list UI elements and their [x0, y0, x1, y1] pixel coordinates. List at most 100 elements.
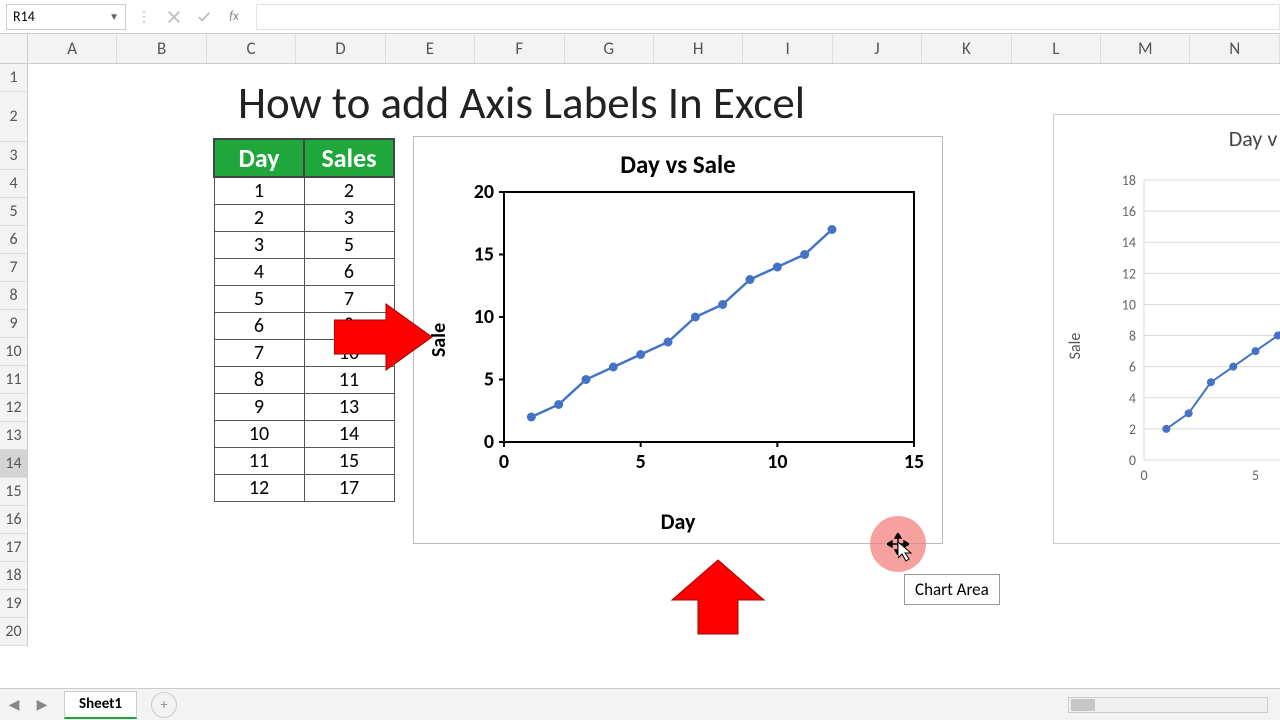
table-cell[interactable]: 7 — [214, 339, 304, 366]
table-row: 35 — [214, 231, 394, 258]
row-header[interactable]: 12 — [0, 394, 27, 422]
row-header[interactable]: 14 — [0, 450, 27, 478]
svg-text:10: 10 — [474, 305, 494, 329]
select-all-corner[interactable] — [0, 34, 28, 64]
column-header[interactable]: D — [296, 34, 385, 63]
fb-sep: ⋮ — [132, 5, 156, 29]
svg-text:12: 12 — [1122, 265, 1136, 282]
column-header[interactable]: B — [117, 34, 206, 63]
row-header[interactable]: 20 — [0, 618, 27, 646]
row-header[interactable]: 3 — [0, 142, 27, 170]
table-cell[interactable]: 3 — [214, 231, 304, 258]
table-cell[interactable]: 14 — [304, 420, 394, 447]
svg-text:2: 2 — [1129, 421, 1136, 438]
chevron-down-icon[interactable]: ▼ — [109, 10, 119, 23]
chart2-title: Day v — [1054, 125, 1280, 152]
row-header[interactable]: 19 — [0, 590, 27, 618]
confirm-icon[interactable] — [192, 5, 216, 29]
hscroll-thumb[interactable] — [1071, 699, 1095, 711]
add-sheet-button[interactable]: + — [151, 692, 177, 718]
cancel-icon[interactable] — [162, 5, 186, 29]
row-header[interactable]: 7 — [0, 254, 27, 282]
horizontal-scroll — [177, 697, 1280, 713]
table-cell[interactable]: 8 — [214, 366, 304, 393]
row-header[interactable]: 13 — [0, 422, 27, 450]
column-header[interactable]: N — [1190, 34, 1279, 63]
hscroll-track[interactable] — [1068, 697, 1268, 713]
table-cell[interactable]: 6 — [304, 258, 394, 285]
svg-text:5: 5 — [484, 368, 494, 392]
table-header: Sales — [304, 139, 394, 177]
column-header[interactable]: H — [654, 34, 743, 63]
table-cell[interactable]: 9 — [214, 393, 304, 420]
column-header[interactable]: I — [743, 34, 832, 63]
row-header[interactable]: 11 — [0, 366, 27, 394]
formula-bar: R14 ▼ ⋮ fx — [0, 0, 1280, 34]
column-header[interactable]: C — [207, 34, 296, 63]
row-header[interactable]: 6 — [0, 226, 27, 254]
row-header[interactable]: 4 — [0, 170, 27, 198]
row-header[interactable]: 15 — [0, 478, 27, 506]
table-row: 1014 — [214, 420, 394, 447]
column-header[interactable]: A — [28, 34, 117, 63]
table-row: 23 — [214, 204, 394, 231]
svg-text:18: 18 — [1122, 172, 1136, 189]
svg-text:16: 16 — [1122, 203, 1136, 220]
row-header[interactable]: 8 — [0, 282, 27, 310]
sheet-tabs-bar: ◀ ▶ Sheet1 + — [0, 688, 1280, 720]
row-header[interactable]: 17 — [0, 534, 27, 562]
chart-main[interactable]: Day vs Sale Sale Day 05101520051015 — [413, 136, 943, 544]
svg-text:8: 8 — [1129, 328, 1136, 345]
chart-secondary[interactable]: Day v Sale 02468101214161805 — [1053, 114, 1280, 544]
row-header[interactable]: 2 — [0, 92, 27, 142]
table-cell[interactable]: 1 — [214, 177, 304, 204]
nav-prev-icon[interactable]: ◀ — [0, 691, 28, 719]
table-cell[interactable]: 5 — [214, 285, 304, 312]
svg-text:6: 6 — [1129, 359, 1136, 376]
column-header[interactable]: K — [922, 34, 1011, 63]
nav-next-icon[interactable]: ▶ — [28, 691, 56, 719]
name-box[interactable]: R14 ▼ — [6, 4, 126, 30]
svg-text:10: 10 — [767, 450, 787, 474]
formula-input[interactable] — [256, 4, 1280, 30]
sheet-tab[interactable]: Sheet1 — [64, 691, 137, 719]
table-cell[interactable]: 17 — [304, 474, 394, 501]
table-row: 12 — [214, 177, 394, 204]
table-header: Day — [214, 139, 304, 177]
chart2-plot: 02468101214161805 — [1104, 170, 1280, 500]
table-cell[interactable]: 15 — [304, 447, 394, 474]
page-title: How to add Axis Labels In Excel — [238, 76, 805, 131]
table-cell[interactable]: 5 — [304, 231, 394, 258]
table-cell[interactable]: 2 — [304, 177, 394, 204]
table-cell[interactable]: 11 — [214, 447, 304, 474]
column-headers: ABCDEFGHIJKLMN — [28, 34, 1280, 64]
column-header[interactable]: J — [833, 34, 922, 63]
table-cell[interactable]: 2 — [214, 204, 304, 231]
table-cell[interactable]: 4 — [214, 258, 304, 285]
table-cell[interactable]: 3 — [304, 204, 394, 231]
table-cell[interactable]: 12 — [214, 474, 304, 501]
column-header[interactable]: G — [565, 34, 654, 63]
column-header[interactable]: E — [386, 34, 475, 63]
table-row: 1217 — [214, 474, 394, 501]
column-header[interactable]: M — [1101, 34, 1190, 63]
row-header[interactable]: 1 — [0, 64, 27, 92]
row-header[interactable]: 18 — [0, 562, 27, 590]
chart2-ylabel: Sale — [1066, 333, 1085, 360]
table-cell[interactable]: 13 — [304, 393, 394, 420]
row-header[interactable]: 16 — [0, 506, 27, 534]
table-cell[interactable]: 10 — [214, 420, 304, 447]
row-header[interactable]: 5 — [0, 198, 27, 226]
fx-icon[interactable]: fx — [222, 5, 246, 29]
row-header[interactable]: 10 — [0, 338, 27, 366]
column-header[interactable]: L — [1012, 34, 1101, 63]
table-row: 46 — [214, 258, 394, 285]
cells-canvas[interactable]: How to add Axis Labels In Excel DaySales… — [28, 64, 1280, 670]
svg-text:10: 10 — [1122, 296, 1136, 313]
svg-text:0: 0 — [484, 430, 494, 454]
row-header[interactable]: 9 — [0, 310, 27, 338]
chart-title: Day vs Sale — [414, 149, 942, 180]
table-cell[interactable]: 6 — [214, 312, 304, 339]
svg-text:15: 15 — [904, 450, 924, 474]
column-header[interactable]: F — [475, 34, 564, 63]
